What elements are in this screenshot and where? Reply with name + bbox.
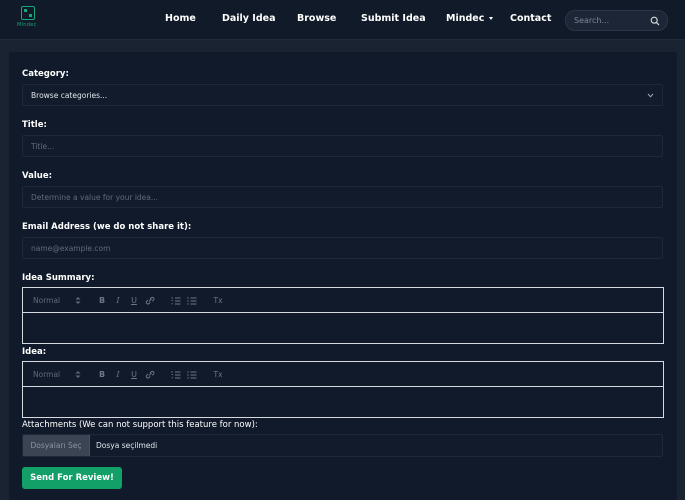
brand-logo[interactable]: Mindec	[17, 6, 39, 30]
nav-browse[interactable]: Browse	[297, 13, 336, 24]
link-icon[interactable]	[145, 369, 155, 380]
nav-contact[interactable]: Contact	[510, 13, 551, 24]
underline-button[interactable]: U	[129, 295, 139, 306]
summary-editor-toolbar: Normal B I U Tx	[22, 287, 664, 313]
search-icon[interactable]	[650, 16, 660, 26]
nav-daily-idea[interactable]: Daily Idea	[222, 13, 276, 24]
send-for-review-button[interactable]: Send For Review!	[22, 467, 122, 489]
ordered-list-icon[interactable]	[171, 369, 181, 380]
idea-summary-editor[interactable]	[22, 313, 664, 344]
email-label: Email Address (we do not share it):	[22, 222, 192, 232]
value-input[interactable]: Determine a value for your idea...	[22, 186, 663, 208]
title-label: Title:	[22, 120, 47, 130]
logo-mark-icon	[21, 6, 35, 20]
italic-button[interactable]: I	[113, 369, 123, 380]
navbar: Mindec Home Daily Idea Browse Submit Ide…	[0, 0, 685, 40]
title-input[interactable]: Title...	[22, 135, 663, 157]
bullet-list-icon[interactable]	[187, 295, 197, 306]
clear-format-button[interactable]: Tx	[212, 295, 224, 306]
chevron-down-icon	[647, 93, 654, 98]
underline-button[interactable]: U	[129, 369, 139, 380]
choose-files-button[interactable]: Dosyaları Seç	[23, 435, 90, 456]
idea-editor-toolbar: Normal B I U Tx	[22, 361, 664, 387]
italic-button[interactable]: I	[113, 295, 123, 306]
file-status-text: Dosya seçilmedi	[96, 441, 158, 450]
idea-heading-select[interactable]: Normal	[33, 370, 60, 379]
attachments-label: Attachments (We can not support this fea…	[22, 420, 258, 430]
nav-home[interactable]: Home	[165, 13, 196, 24]
category-select[interactable]: Browse categories...	[22, 84, 663, 106]
link-icon[interactable]	[145, 295, 155, 306]
bold-button[interactable]: B	[97, 295, 107, 306]
idea-label: Idea:	[22, 347, 47, 357]
select-arrows-icon	[75, 371, 81, 378]
category-selected-value: Browse categories...	[31, 91, 108, 100]
submit-form-card	[9, 52, 677, 500]
category-label: Category:	[22, 69, 69, 79]
search-placeholder: Search...	[574, 16, 610, 25]
value-placeholder: Determine a value for your idea...	[31, 193, 159, 202]
summary-heading-select[interactable]: Normal	[33, 296, 60, 305]
nav-mindec-label: Mindec	[446, 13, 485, 24]
nav-mindec-dropdown[interactable]: Mindec	[446, 13, 494, 24]
idea-editor[interactable]	[22, 387, 664, 418]
bullet-list-icon[interactable]	[187, 369, 197, 380]
clear-format-button[interactable]: Tx	[212, 369, 224, 380]
caret-down-icon	[489, 17, 494, 20]
ordered-list-icon[interactable]	[171, 295, 181, 306]
search-input[interactable]: Search...	[565, 10, 668, 31]
email-input[interactable]: name@example.com	[22, 237, 663, 259]
nav-submit-idea[interactable]: Submit Idea	[361, 13, 426, 24]
title-placeholder: Title...	[31, 142, 55, 151]
idea-summary-label: Idea Summary:	[22, 273, 95, 283]
bold-button[interactable]: B	[97, 369, 107, 380]
logo-text: Mindec	[17, 22, 37, 28]
select-arrows-icon	[75, 297, 81, 304]
email-placeholder: name@example.com	[31, 244, 111, 253]
attachments-file-input[interactable]: Dosyaları Seç Dosya seçilmedi	[22, 434, 663, 457]
value-label: Value:	[22, 171, 52, 181]
